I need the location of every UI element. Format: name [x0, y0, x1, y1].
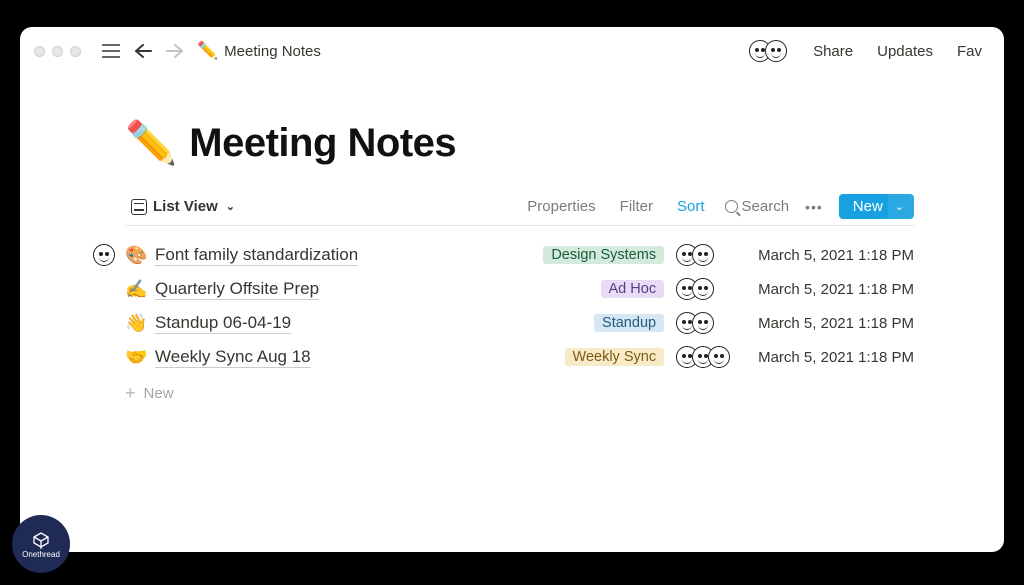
- tag-badge: Design Systems: [543, 246, 664, 264]
- list-view-icon: [131, 199, 147, 215]
- row-emoji-icon: 🎨: [125, 245, 149, 266]
- avatar: [692, 312, 714, 334]
- assignee-avatars: [682, 346, 738, 368]
- window-controls: [34, 46, 81, 57]
- add-row-label: New: [144, 385, 174, 402]
- back-button[interactable]: [131, 39, 155, 63]
- view-switch[interactable]: List View ⌄: [125, 195, 241, 218]
- new-button[interactable]: New ⌄: [839, 194, 914, 219]
- presence-avatars[interactable]: [755, 40, 787, 62]
- updates-button[interactable]: Updates: [869, 39, 941, 64]
- assignee-avatars: [682, 244, 738, 266]
- row-title[interactable]: Quarterly Offsite Prep: [155, 279, 319, 300]
- row-date: March 5, 2021 1:18 PM: [758, 247, 914, 264]
- assignee-avatars: [682, 278, 738, 300]
- table-row[interactable]: 🤝 Weekly Sync Aug 18 Weekly Sync March 5, 2…: [125, 340, 914, 374]
- row-date: March 5, 2021 1:18 PM: [758, 349, 914, 366]
- row-title[interactable]: Standup 06-04-19: [155, 313, 291, 334]
- row-date: March 5, 2021 1:18 PM: [758, 281, 914, 298]
- chevron-down-icon: ⌄: [895, 200, 904, 213]
- favorites-button[interactable]: Fav: [949, 39, 990, 64]
- row-title[interactable]: Font family standardization: [155, 245, 358, 266]
- onethread-watermark: Onethread: [12, 515, 70, 573]
- row-emoji-icon: ✍️: [125, 279, 149, 300]
- tag-badge: Ad Hoc: [601, 280, 665, 298]
- chevron-down-icon: ⌄: [226, 200, 235, 213]
- avatar: [692, 244, 714, 266]
- row-emoji-icon: 🤝: [125, 347, 149, 368]
- search-label: Search: [742, 198, 790, 215]
- view-toolbar: List View ⌄ Properties Filter Sort Searc…: [125, 194, 914, 226]
- table-row[interactable]: 🎨 Font family standardization Design Syste…: [125, 238, 914, 272]
- tag-badge: Weekly Sync: [565, 348, 665, 366]
- tag-badge: Standup: [594, 314, 664, 332]
- table-row[interactable]: 👋 Standup 06-04-19 Standup March 5, 2021 1:…: [125, 306, 914, 340]
- brand-label: Onethread: [22, 550, 60, 559]
- breadcrumb-title: Meeting Notes: [224, 43, 321, 60]
- topbar: ✏️ Meeting Notes Share Updates Fav: [20, 27, 1004, 75]
- expand-dot[interactable]: [70, 46, 81, 57]
- breadcrumb-emoji-icon: ✏️: [197, 41, 218, 61]
- row-title[interactable]: Weekly Sync Aug 18: [155, 347, 311, 368]
- menu-icon[interactable]: [99, 39, 123, 63]
- new-button-label: New: [853, 198, 883, 215]
- page-title-row: ✏️ Meeting Notes: [125, 119, 914, 168]
- sort-button[interactable]: Sort: [673, 196, 709, 217]
- close-dot[interactable]: [34, 46, 45, 57]
- properties-button[interactable]: Properties: [523, 196, 599, 217]
- avatar: [708, 346, 730, 368]
- page-body: ✏️ Meeting Notes List View ⌄ Properties …: [20, 75, 1004, 552]
- forward-button[interactable]: [163, 39, 187, 63]
- avatar: [93, 244, 115, 266]
- view-label: List View: [153, 198, 218, 215]
- assignee-avatars: [682, 312, 738, 334]
- avatar: [765, 40, 787, 62]
- add-row-button[interactable]: + New: [125, 374, 914, 412]
- app-window: ✏️ Meeting Notes Share Updates Fav ✏️ Me…: [20, 27, 1004, 552]
- search-button[interactable]: Search: [725, 198, 790, 215]
- avatar: [692, 278, 714, 300]
- more-options-button[interactable]: •••: [805, 199, 823, 215]
- table-row[interactable]: ✍️ Quarterly Offsite Prep Ad Hoc March 5, 2…: [125, 272, 914, 306]
- share-button[interactable]: Share: [805, 39, 861, 64]
- filter-button[interactable]: Filter: [616, 196, 657, 217]
- search-icon: [725, 200, 738, 213]
- minimize-dot[interactable]: [52, 46, 63, 57]
- page-emoji-icon[interactable]: ✏️: [125, 119, 177, 168]
- database-rows: 🎨 Font family standardization Design Syste…: [125, 238, 914, 374]
- page-title[interactable]: Meeting Notes: [189, 121, 456, 166]
- row-emoji-icon: 👋: [125, 313, 149, 334]
- plus-icon: +: [125, 384, 136, 402]
- row-date: March 5, 2021 1:18 PM: [758, 315, 914, 332]
- breadcrumb[interactable]: ✏️ Meeting Notes: [197, 41, 321, 61]
